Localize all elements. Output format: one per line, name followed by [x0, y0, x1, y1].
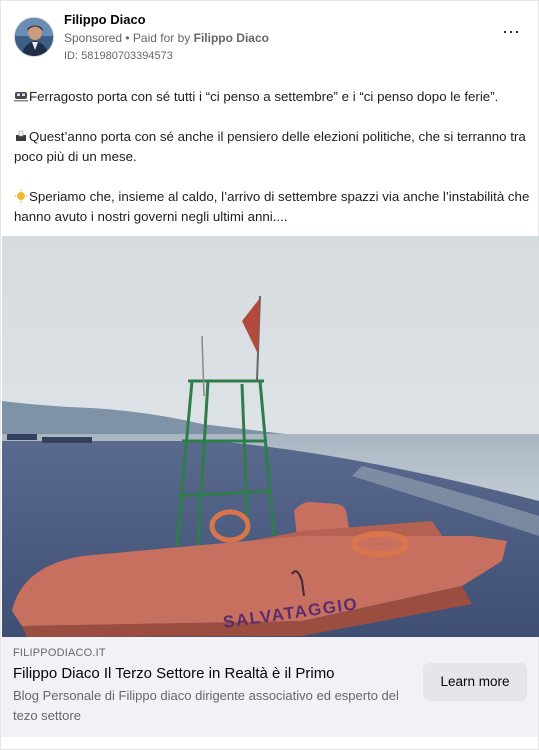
sponsored-line: Sponsored • Paid for by Filippo Diaco [64, 29, 269, 47]
ballot-box-icon [16, 130, 26, 141]
more-options-icon[interactable]: ⋯ [499, 23, 523, 45]
post-header: Filippo Diaco Sponsored • Paid for by Fi… [14, 11, 529, 67]
link-title[interactable]: Filippo Diaco Il Terzo Settore in Realtà… [13, 664, 335, 684]
learn-more-button[interactable]: Learn more [423, 663, 527, 701]
train-icon [14, 92, 28, 102]
post-paragraph-1-text: Ferragosto porta con sé tutti i “ci pens… [29, 89, 499, 104]
post-image[interactable]: SALVATAGGIO [2, 236, 539, 637]
author-avatar[interactable] [14, 17, 54, 57]
link-description: Blog Personale di Filippo diaco dirigent… [13, 688, 399, 723]
paid-for-name[interactable]: Filippo Diaco [194, 31, 269, 45]
sponsored-label[interactable]: Sponsored [64, 31, 122, 45]
ad-post-card: Filippo Diaco Sponsored • Paid for by Fi… [0, 0, 539, 750]
ad-id: ID: 581980703394573 [64, 50, 173, 62]
link-preview[interactable]: FILIPPODIACO.IT Filippo Diaco Il Terzo S… [1, 637, 538, 737]
link-domain: FILIPPODIACO.IT [13, 647, 106, 659]
paid-for-prefix: • Paid for by [122, 31, 194, 45]
post-paragraph-2-text: Quest’anno porta con sé anche il pensier… [14, 129, 526, 164]
post-paragraph-3: Speriamo che, insieme al caldo, l’arrivo… [14, 187, 532, 227]
post-paragraph-2: Quest’anno porta con sé anche il pensier… [14, 127, 532, 167]
sun-icon [14, 189, 28, 203]
post-paragraph-3-text: Speriamo che, insieme al caldo, l’arrivo… [14, 189, 530, 224]
author-name[interactable]: Filippo Diaco [64, 11, 269, 29]
post-paragraph-1: Ferragosto porta con sé tutti i “ci pens… [14, 87, 532, 107]
post-text: Ferragosto porta con sé tutti i “ci pens… [14, 87, 532, 247]
author-info: Filippo Diaco Sponsored • Paid for by Fi… [64, 11, 269, 65]
